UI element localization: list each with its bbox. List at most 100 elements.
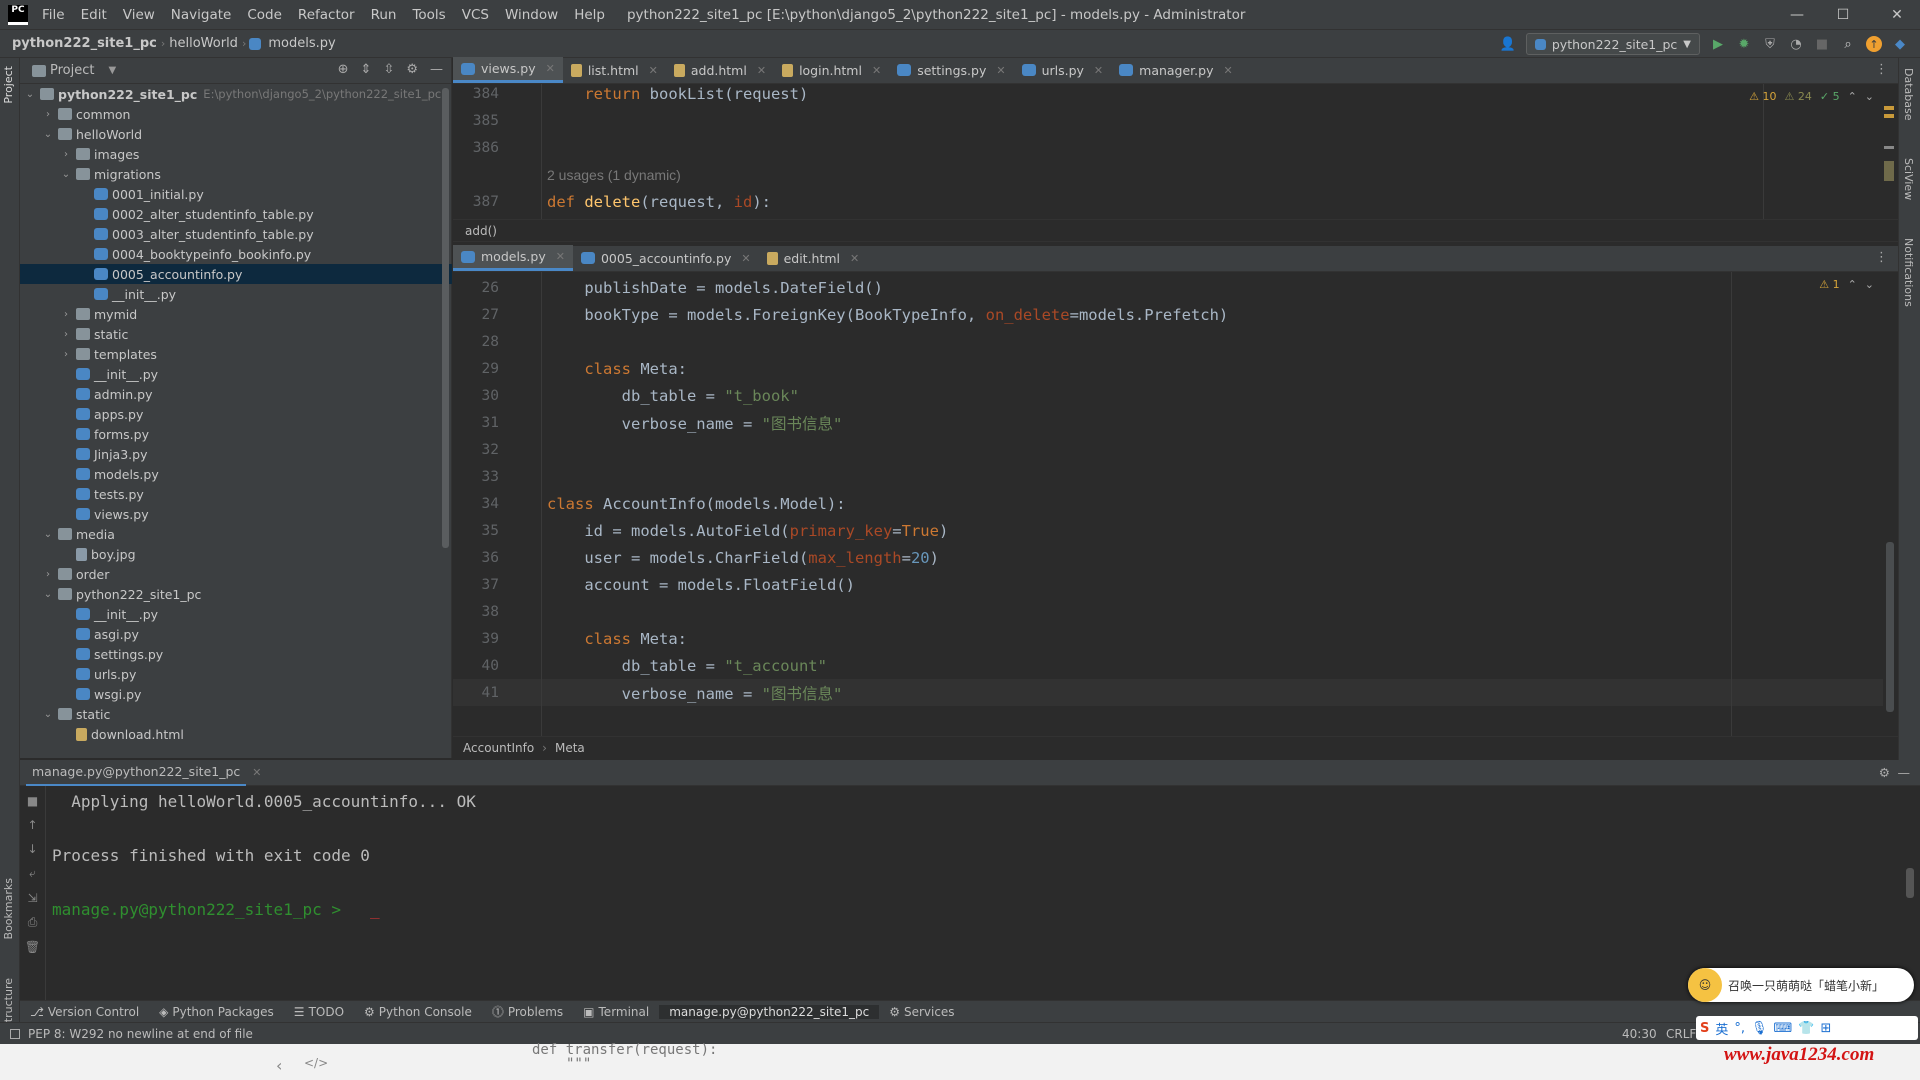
chevron-right-icon[interactable]: › xyxy=(60,149,72,160)
run-console[interactable]: ■ ↑ ↓ ⤶ ⇲ ⎙ 🗑 Applying helloWorld.0005_a… xyxy=(20,786,1920,1000)
editor-tab[interactable]: list.html ✕ xyxy=(563,57,666,83)
chevron-down-icon[interactable]: ⌄ xyxy=(42,129,54,140)
tree-item[interactable]: ⌄ python222_site1_pc xyxy=(20,584,452,604)
error-stripe[interactable] xyxy=(1884,92,1894,212)
tree-item[interactable]: 0003_alter_studentinfo_table.py xyxy=(20,224,452,244)
top-editor[interactable]: ⚠ 10 ⚠ 24 ✓ 5 ⌃ ⌄ 384 return bookList(re… xyxy=(453,84,1898,220)
editor-tab[interactable]: edit.html ✕ xyxy=(759,245,868,271)
console-scrollbar[interactable] xyxy=(1906,868,1914,898)
close-tab-icon[interactable]: ✕ xyxy=(996,64,1005,77)
code-line[interactable]: 38 xyxy=(453,598,547,625)
editor-tab[interactable]: login.html ✕ xyxy=(774,57,889,83)
editor-tab[interactable]: urls.py ✕ xyxy=(1014,57,1112,83)
trash-icon[interactable]: 🗑 xyxy=(25,940,40,954)
database-tool-button[interactable]: Database xyxy=(1902,68,1915,121)
tree-item[interactable]: apps.py xyxy=(20,404,452,424)
scroll-end-icon[interactable]: ⇲ xyxy=(27,891,37,905)
maximize-icon[interactable]: ☐ xyxy=(1820,0,1866,30)
menu-edit[interactable]: Edit xyxy=(73,7,115,23)
inspection-widget[interactable]: ⚠ 10 ⚠ 24 ✓ 5 ⌃ ⌄ xyxy=(1749,90,1874,103)
breadcrumb-folder[interactable]: helloWorld xyxy=(165,36,242,51)
code-line[interactable]: 35 id = models.AutoField(primary_key=Tru… xyxy=(453,517,949,544)
menu-vcs[interactable]: VCS xyxy=(454,7,497,23)
tree-item[interactable]: forms.py xyxy=(20,424,452,444)
code-line[interactable]: 26 publishDate = models.DateField() xyxy=(453,274,883,301)
project-panel-title[interactable]: Project xyxy=(50,63,94,78)
run-config-select[interactable]: python222_site1_pc ▼ xyxy=(1525,33,1700,55)
code-line[interactable]: 384 return bookList(request) xyxy=(453,84,809,107)
notifications-tool-button[interactable]: Notifications xyxy=(1902,238,1915,307)
code-line[interactable]: 385 xyxy=(453,107,547,134)
more-icon[interactable]: ⋮ xyxy=(1875,250,1888,265)
chevron-right-icon[interactable]: › xyxy=(42,569,54,580)
editor-tab[interactable]: settings.py ✕ xyxy=(889,57,1013,83)
menu-file[interactable]: File xyxy=(34,7,73,23)
editor-tab[interactable]: models.py ✕ xyxy=(453,245,573,271)
gear-icon[interactable]: ⚙ xyxy=(1879,765,1890,780)
hide-icon[interactable]: — xyxy=(1898,765,1911,780)
run-icon[interactable]: ▶ xyxy=(1710,36,1726,52)
breadcrumb-project[interactable]: python222_site1_pc xyxy=(8,36,161,51)
close-tab-icon[interactable]: ✕ xyxy=(1094,64,1103,77)
profile-icon[interactable]: ◔ xyxy=(1788,36,1804,52)
chevron-right-icon[interactable]: › xyxy=(42,109,54,120)
breadcrumb-meta[interactable]: Meta xyxy=(555,741,585,755)
print-icon[interactable]: ⎙ xyxy=(28,915,38,930)
ime-toolbar[interactable]: S 英 °, 🎙 ⌨ 👕 ⊞ xyxy=(1696,1016,1918,1040)
editor-tab[interactable]: add.html ✕ xyxy=(666,57,774,83)
tree-item[interactable]: tests.py xyxy=(20,484,452,504)
tree-item[interactable]: __init__.py xyxy=(20,604,452,624)
tool-window-button[interactable]: ▣ Terminal xyxy=(573,1005,659,1019)
chevron-down-icon[interactable]: ▼ xyxy=(108,65,116,76)
menu-view[interactable]: View xyxy=(115,7,163,23)
hide-icon[interactable]: — xyxy=(430,62,443,77)
code-line[interactable]: 36 user = models.CharField(max_length=20… xyxy=(453,544,939,571)
project-scrollbar[interactable] xyxy=(442,88,449,548)
layout-icon[interactable] xyxy=(10,1028,20,1039)
breadcrumb-file[interactable]: models.py xyxy=(264,36,339,51)
close-tab-icon[interactable]: ✕ xyxy=(741,252,750,265)
menu-help[interactable]: Help xyxy=(566,7,613,23)
tree-item[interactable]: › templates xyxy=(20,344,452,364)
code-line[interactable]: 33 xyxy=(453,463,547,490)
tree-item[interactable]: 0002_alter_studentinfo_table.py xyxy=(20,204,452,224)
code-line[interactable]: 31 verbose_name = "图书信息" xyxy=(453,409,843,436)
menu-refactor[interactable]: Refactor xyxy=(290,7,363,23)
run-tab[interactable]: manage.py@python222_site1_pc xyxy=(26,760,247,786)
tool-window-button[interactable]: manage.py@python222_site1_pc xyxy=(659,1004,880,1019)
tree-item[interactable]: boy.jpg xyxy=(20,544,452,564)
code-line[interactable]: 387 def delete(request, id): xyxy=(453,188,771,215)
arrow-down-icon[interactable]: ↓ xyxy=(27,842,37,856)
chevron-down-icon[interactable]: ⌄ xyxy=(42,709,54,720)
chevron-right-icon[interactable]: › xyxy=(60,329,72,340)
tool-window-button[interactable]: ◈ Python Packages xyxy=(149,1005,284,1019)
tree-item[interactable]: › mymid xyxy=(20,304,452,324)
minimize-icon[interactable]: — xyxy=(1774,0,1820,30)
tool-window-button[interactable]: ⚙ Python Console xyxy=(354,1005,482,1019)
project-tool-button[interactable]: Project xyxy=(2,66,15,104)
tree-item[interactable]: › common xyxy=(20,104,452,124)
code-line[interactable]: 2 usages (1 dynamic) xyxy=(453,161,681,188)
update-icon[interactable]: ↑ xyxy=(1866,36,1882,52)
tree-item[interactable]: download.html xyxy=(20,724,452,744)
code-line[interactable]: 41 verbose_name = "图书信息" xyxy=(453,679,843,706)
tree-item[interactable]: 0005_accountinfo.py xyxy=(20,264,452,284)
tool-window-button[interactable]: ☰ TODO xyxy=(284,1005,354,1019)
line-separator[interactable]: CRLF xyxy=(1666,1027,1696,1041)
tree-item[interactable]: Jinja3.py xyxy=(20,444,452,464)
menu-code[interactable]: Code xyxy=(239,7,290,23)
menu-window[interactable]: Window xyxy=(497,7,566,23)
code-line[interactable]: 29 class Meta: xyxy=(453,355,687,382)
code-line[interactable]: 27 bookType = models.ForeignKey(BookType… xyxy=(453,301,1229,328)
editor-tab[interactable]: manager.py ✕ xyxy=(1111,57,1241,83)
bottom-editor[interactable]: ⚠ 1 ⌃ ⌄ 26 publishDate = models.DateFiel… xyxy=(453,272,1898,736)
tree-item[interactable]: __init__.py xyxy=(20,364,452,384)
tool-window-button[interactable]: ⓵ Problems xyxy=(482,1003,573,1020)
tree-item[interactable]: asgi.py xyxy=(20,624,452,644)
close-window-icon[interactable]: ✕ xyxy=(1874,0,1920,30)
tool-window-button[interactable]: ⎇ Version Control xyxy=(20,1005,149,1019)
close-tab-icon[interactable]: ✕ xyxy=(757,64,766,77)
tree-item[interactable]: ⌄ media xyxy=(20,524,452,544)
tree-item[interactable]: __init__.py xyxy=(20,284,452,304)
stop-icon[interactable]: ■ xyxy=(27,794,38,808)
